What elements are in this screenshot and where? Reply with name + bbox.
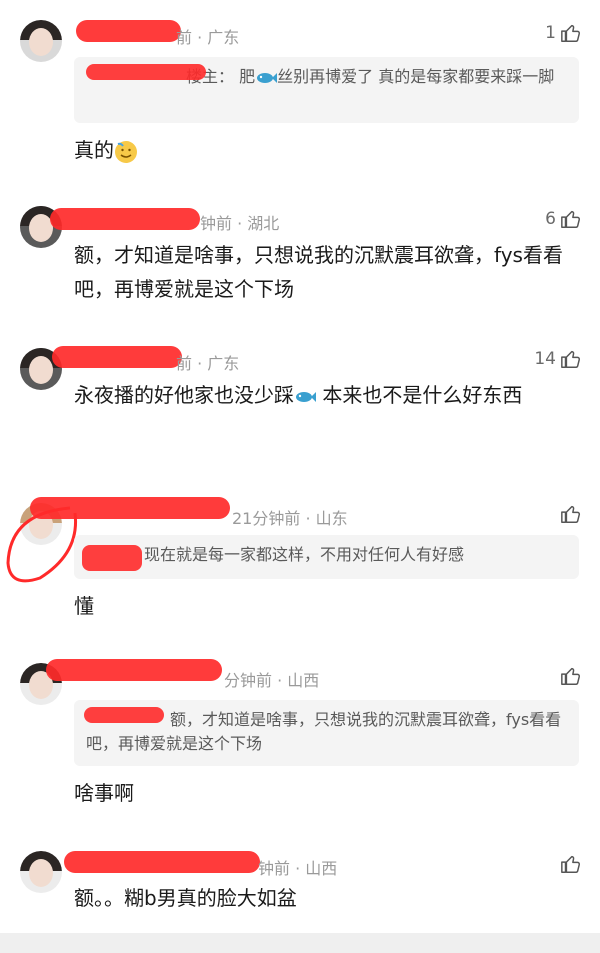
redacted-quote-author [86, 64, 206, 80]
thumbs-up-icon [561, 24, 581, 42]
comment-meta: 21分钟前 · 山东 [232, 509, 348, 528]
thumbs-up-icon [561, 667, 581, 685]
comment-body: 永夜播的好他家也没少踩 [74, 383, 294, 407]
like-count: 14 [534, 349, 556, 369]
fish-emoji-icon [257, 72, 278, 83]
like-button[interactable]: 14 [534, 348, 582, 370]
redacted-quote-author [82, 545, 142, 571]
comment-body: 额，才知道是啥事，只想说我的沉默震耳欲聋，fys看看吧，再博爱就是这个下场 [74, 243, 563, 301]
comment-item: 钟前 · 湖北 6 额，才知道是啥事，只想说我的沉默震耳欲聋，fys看看吧，再博… [0, 190, 600, 330]
like-button[interactable]: 1 [545, 22, 582, 44]
comment-text: 真的 [74, 133, 584, 167]
redacted-username [50, 208, 200, 230]
like-button[interactable]: 6 [545, 208, 582, 230]
thumbs-up-icon [561, 855, 581, 873]
comment-text: 永夜播的好他家也没少踩 本来也不是什么好东西 [74, 378, 584, 412]
comment-body: 额。。糊b男真的脸大如盆 [74, 886, 297, 910]
comment-body-cont: 本来也不是什么好东西 [322, 383, 523, 407]
like-button[interactable] [556, 853, 582, 875]
comment-meta: 钟前 · 山西 [258, 859, 338, 878]
quote-text: 肥 [239, 67, 256, 86]
like-count: 6 [545, 209, 556, 229]
comment-body: 啥事啊 [74, 781, 134, 805]
redacted-username [46, 659, 222, 681]
comment-meta: 前 · 广东 [176, 28, 240, 47]
redacted-quote-author [84, 707, 164, 723]
fish-emoji-icon [296, 391, 316, 402]
comment-item: 分钟前 · 山西 额，才知道是啥事，只想说我的沉默震耳欲聋，fys看看吧，再博爱… [0, 645, 600, 835]
quote-text-cont: 丝别再博爱了 真的是每家都要来踩一脚 [277, 67, 555, 86]
comment-body: 懂 [74, 594, 94, 618]
redacted-username [64, 851, 260, 873]
quote-text: 现在就是每一家都这样，不用对任何人有好感 [144, 545, 465, 564]
comment-item: 钟前 · 山西 额。。糊b男真的脸大如盆 [0, 835, 600, 933]
thumbs-up-icon [561, 505, 581, 523]
like-button[interactable] [556, 665, 582, 687]
comment-meta: 分钟前 · 山西 [224, 671, 320, 690]
comment-item: 前 · 广东 1 楼主： 肥丝别再博爱了 真的是每家都要来踩一脚 真的 [0, 0, 600, 190]
comment-item: 前 · 广东 14 永夜播的好他家也没少踩 本来也不是什么好东西 [0, 330, 600, 485]
thumbs-up-icon [561, 210, 581, 228]
comment-meta: 前 · 广东 [176, 354, 240, 373]
comment-item: 21分钟前 · 山东 现在就是每一家都这样，不用对任何人有好感 懂 [0, 485, 600, 635]
quoted-reply[interactable]: 现在就是每一家都这样，不用对任何人有好感 [74, 535, 579, 579]
avatar[interactable] [20, 851, 62, 893]
comment-body: 真的 [74, 138, 114, 162]
thumbs-up-icon [561, 350, 581, 368]
like-button[interactable] [556, 503, 582, 525]
avatar[interactable] [20, 20, 62, 62]
sweat-smile-emoji-icon [115, 140, 137, 163]
redacted-username [30, 497, 230, 519]
like-count: 1 [545, 23, 556, 43]
redacted-username [52, 346, 182, 368]
redacted-username [76, 20, 181, 42]
comment-meta: 钟前 · 湖北 [200, 214, 280, 233]
bottom-bar [0, 933, 600, 953]
